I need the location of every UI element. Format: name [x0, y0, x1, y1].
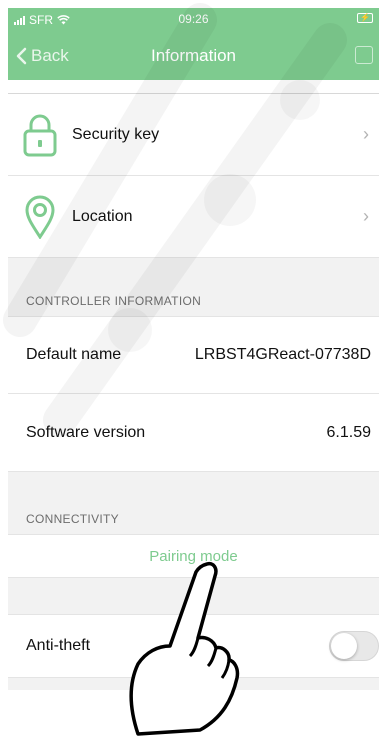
- location-pin-icon: [22, 195, 58, 239]
- anti-theft-toggle[interactable]: [329, 631, 379, 661]
- section-header-controller-information: CONTROLLER INFORMATION: [8, 258, 379, 316]
- security-key-label: Security key: [72, 125, 160, 143]
- toggle-knob: [331, 633, 357, 659]
- software-version-label: Software version: [26, 423, 146, 441]
- default-name-row: Default name LRBST4GReact-07738D: [8, 316, 379, 394]
- menu-icon[interactable]: [355, 46, 373, 64]
- nav-bar: Back Information: [8, 38, 379, 74]
- chevron-right-icon: ›: [363, 124, 369, 144]
- status-bar: SFR 09:26 ⚡: [8, 8, 379, 30]
- page-title: Information: [150, 46, 237, 65]
- section-title: CONNECTIVITY: [26, 512, 119, 526]
- lock-icon: [22, 113, 58, 157]
- anti-theft-label: Anti-theft: [26, 637, 91, 654]
- chevron-right-icon: ›: [363, 206, 369, 226]
- list-top-edge: [8, 80, 379, 94]
- security-key-row[interactable]: Security key ›: [8, 94, 379, 176]
- pointing-hand-icon: [129, 561, 240, 736]
- default-name-value: LRBST4GReact-07738D: [194, 346, 371, 363]
- header: SFR 09:26 ⚡ Back Information: [8, 8, 379, 80]
- location-row[interactable]: Location ›: [8, 176, 379, 258]
- default-name-label: Default name: [26, 346, 122, 363]
- software-version-value: 6.1.59: [326, 423, 371, 441]
- section-header-connectivity: CONNECTIVITY: [8, 472, 379, 534]
- section-title: CONTROLLER INFORMATION: [26, 294, 202, 308]
- status-time: 09:26: [178, 12, 209, 26]
- battery-charging-icon: ⚡: [357, 13, 373, 23]
- software-version-row: Software version 6.1.59: [8, 394, 379, 472]
- location-label: Location: [72, 207, 133, 225]
